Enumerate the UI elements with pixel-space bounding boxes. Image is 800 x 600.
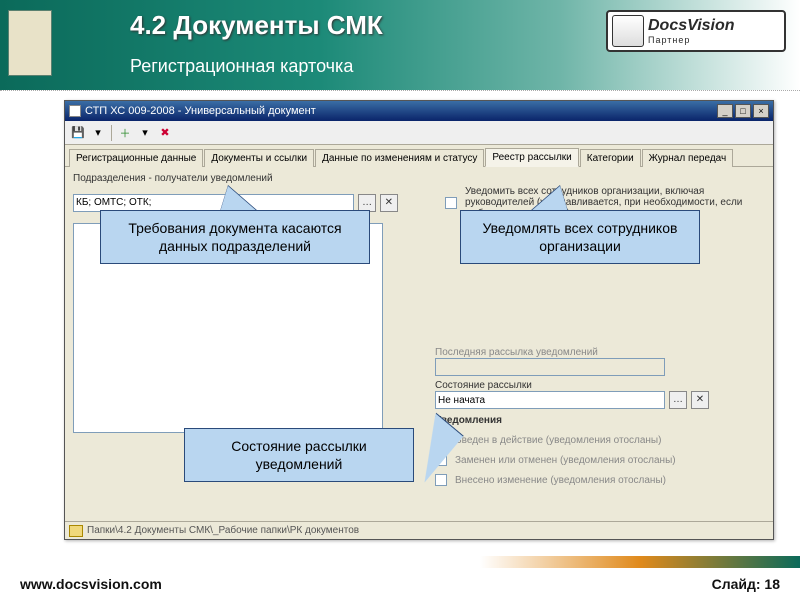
notice-label-0: Введен в действие (уведомления отосланы): [455, 435, 661, 446]
dv-logo-sub: Партнер: [648, 35, 735, 45]
dv-icon: [612, 15, 644, 47]
status-path: Папки\4.2 Документы СМК\_Рабочие папки\Р…: [87, 525, 359, 536]
side-band: [786, 92, 800, 556]
footer-page: Слайд: 18: [712, 576, 780, 592]
print-icon[interactable]: ▾: [89, 124, 107, 142]
clear-button[interactable]: ✕: [380, 194, 398, 212]
callout-notify-all: Уведомлять всех сотрудников организации: [460, 210, 700, 264]
tab-0[interactable]: Регистрационные данные: [69, 149, 203, 167]
tab-3[interactable]: Реестр рассылки: [485, 148, 578, 167]
minimize-button[interactable]: _: [717, 104, 733, 118]
footer-band: [0, 556, 800, 568]
tab-bar: Регистрационные данныеДокументы и ссылки…: [65, 145, 773, 167]
new-icon[interactable]: ＋: [116, 124, 134, 142]
dropdown-icon[interactable]: ▾: [136, 124, 154, 142]
status-clear-button[interactable]: ✕: [691, 391, 709, 409]
callout-departments: Требования документа касаются данных под…: [100, 210, 370, 264]
footer-url: www.docsvision.com: [20, 576, 162, 592]
callout-status: Состояние рассылки уведомлений: [184, 428, 414, 482]
close-button[interactable]: ×: [753, 104, 769, 118]
tab-4[interactable]: Категории: [580, 149, 641, 167]
notify-all-checkbox[interactable]: [445, 197, 457, 209]
callout-tail: [220, 186, 258, 212]
status-pick-button[interactable]: …: [669, 391, 687, 409]
departments-input[interactable]: [73, 194, 354, 212]
slide-title: 4.2 Документы СМК: [130, 10, 383, 41]
statusbar: Папки\4.2 Документы СМК\_Рабочие папки\Р…: [65, 521, 773, 539]
last-send-field: [435, 358, 665, 376]
dv-logo-text: DocsVision: [648, 17, 735, 34]
notice-label-2: Внесено изменение (уведомления отосланы): [455, 475, 666, 486]
titlebar[interactable]: СТП ХС 009-2008 - Универсальный документ…: [65, 101, 773, 121]
app-icon: [69, 105, 81, 117]
presenter-logo: [8, 10, 52, 76]
folder-icon: [69, 525, 83, 537]
footer: www.docsvision.com Слайд: 18: [0, 568, 800, 600]
divider: [0, 90, 800, 92]
group-title: Подразделения - получатели уведомлений: [73, 173, 765, 184]
status-label: Состояние рассылки: [435, 380, 755, 391]
pick-button[interactable]: …: [358, 194, 376, 212]
notice-label-1: Заменен или отменен (уведомления отослан…: [455, 455, 676, 466]
notices-heading: Уведомления: [435, 415, 755, 426]
docsvision-logo: DocsVisionПартнер: [606, 10, 786, 52]
slide-header: 4.2 Документы СМК Регистрационная карточ…: [0, 0, 800, 90]
delete-icon[interactable]: ✖: [156, 124, 174, 142]
tab-1[interactable]: Документы и ссылки: [204, 149, 314, 167]
window-title: СТП ХС 009-2008 - Универсальный документ: [85, 105, 316, 117]
maximize-button[interactable]: □: [735, 104, 751, 118]
tab-5[interactable]: Журнал передач: [642, 149, 734, 167]
tab-2[interactable]: Данные по изменениям и статусу: [315, 149, 484, 167]
callout-tail: [530, 186, 568, 212]
save-icon[interactable]: 💾: [69, 124, 87, 142]
toolbar: 💾 ▾ ＋ ▾ ✖: [65, 121, 773, 145]
slide-subtitle: Регистрационная карточка: [130, 56, 353, 77]
last-send-label: Последняя рассылка уведомлений: [435, 347, 755, 358]
status-field[interactable]: [435, 391, 665, 409]
notice-checkbox-2[interactable]: [435, 474, 447, 486]
